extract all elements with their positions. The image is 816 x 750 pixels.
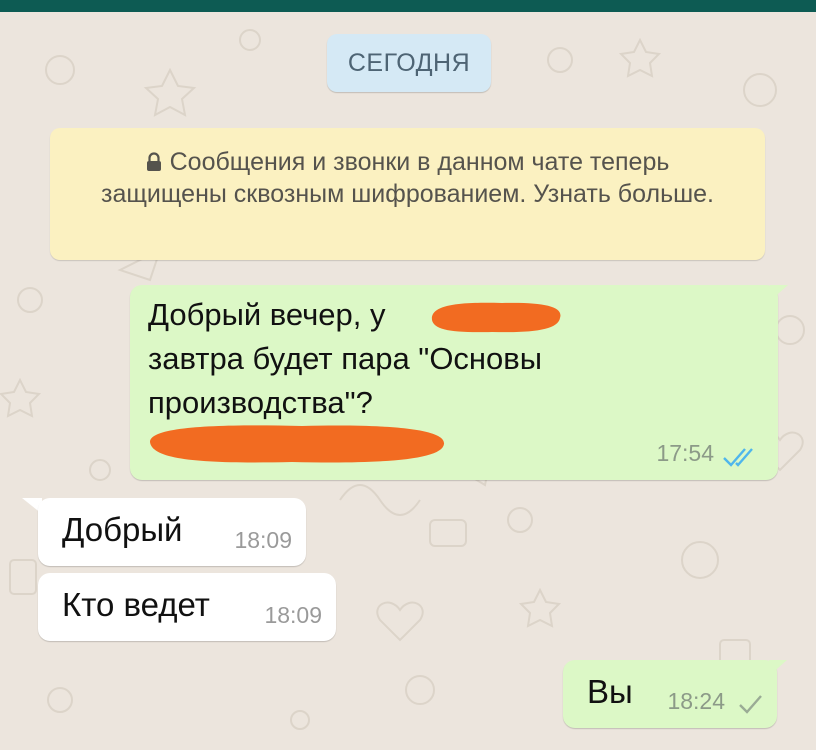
single-check-icon [739, 695, 762, 714]
message-time: 18:09 [264, 602, 322, 628]
incoming-message-bubble[interactable]: Добрый 18:09 [38, 498, 306, 566]
bubble-tail [770, 285, 788, 301]
lock-icon [146, 152, 161, 171]
outgoing-message-bubble[interactable]: Вы 18:24 [563, 660, 777, 728]
encryption-notice[interactable]: Сообщения и звонки в данном чате теперь … [50, 128, 765, 260]
message-time: 17:54 [656, 440, 714, 466]
redaction-mark [150, 425, 445, 463]
date-divider: СЕГОДНЯ [327, 34, 491, 92]
double-check-icon [723, 448, 753, 467]
message-text: Вы [587, 673, 633, 710]
app-header-strip [0, 0, 816, 12]
redaction-mark [431, 302, 561, 333]
bubble-tail [769, 660, 787, 676]
message-text: Кто ведет [62, 586, 210, 623]
incoming-message-bubble[interactable]: Кто ведет 18:09 [38, 573, 336, 641]
encryption-notice-text: Сообщения и звонки в данном чате теперь … [100, 148, 714, 208]
message-text: Добрый [62, 511, 183, 548]
date-label: СЕГОДНЯ [347, 48, 471, 77]
message-time: 18:09 [234, 527, 292, 553]
message-time: 18:24 [667, 688, 725, 714]
